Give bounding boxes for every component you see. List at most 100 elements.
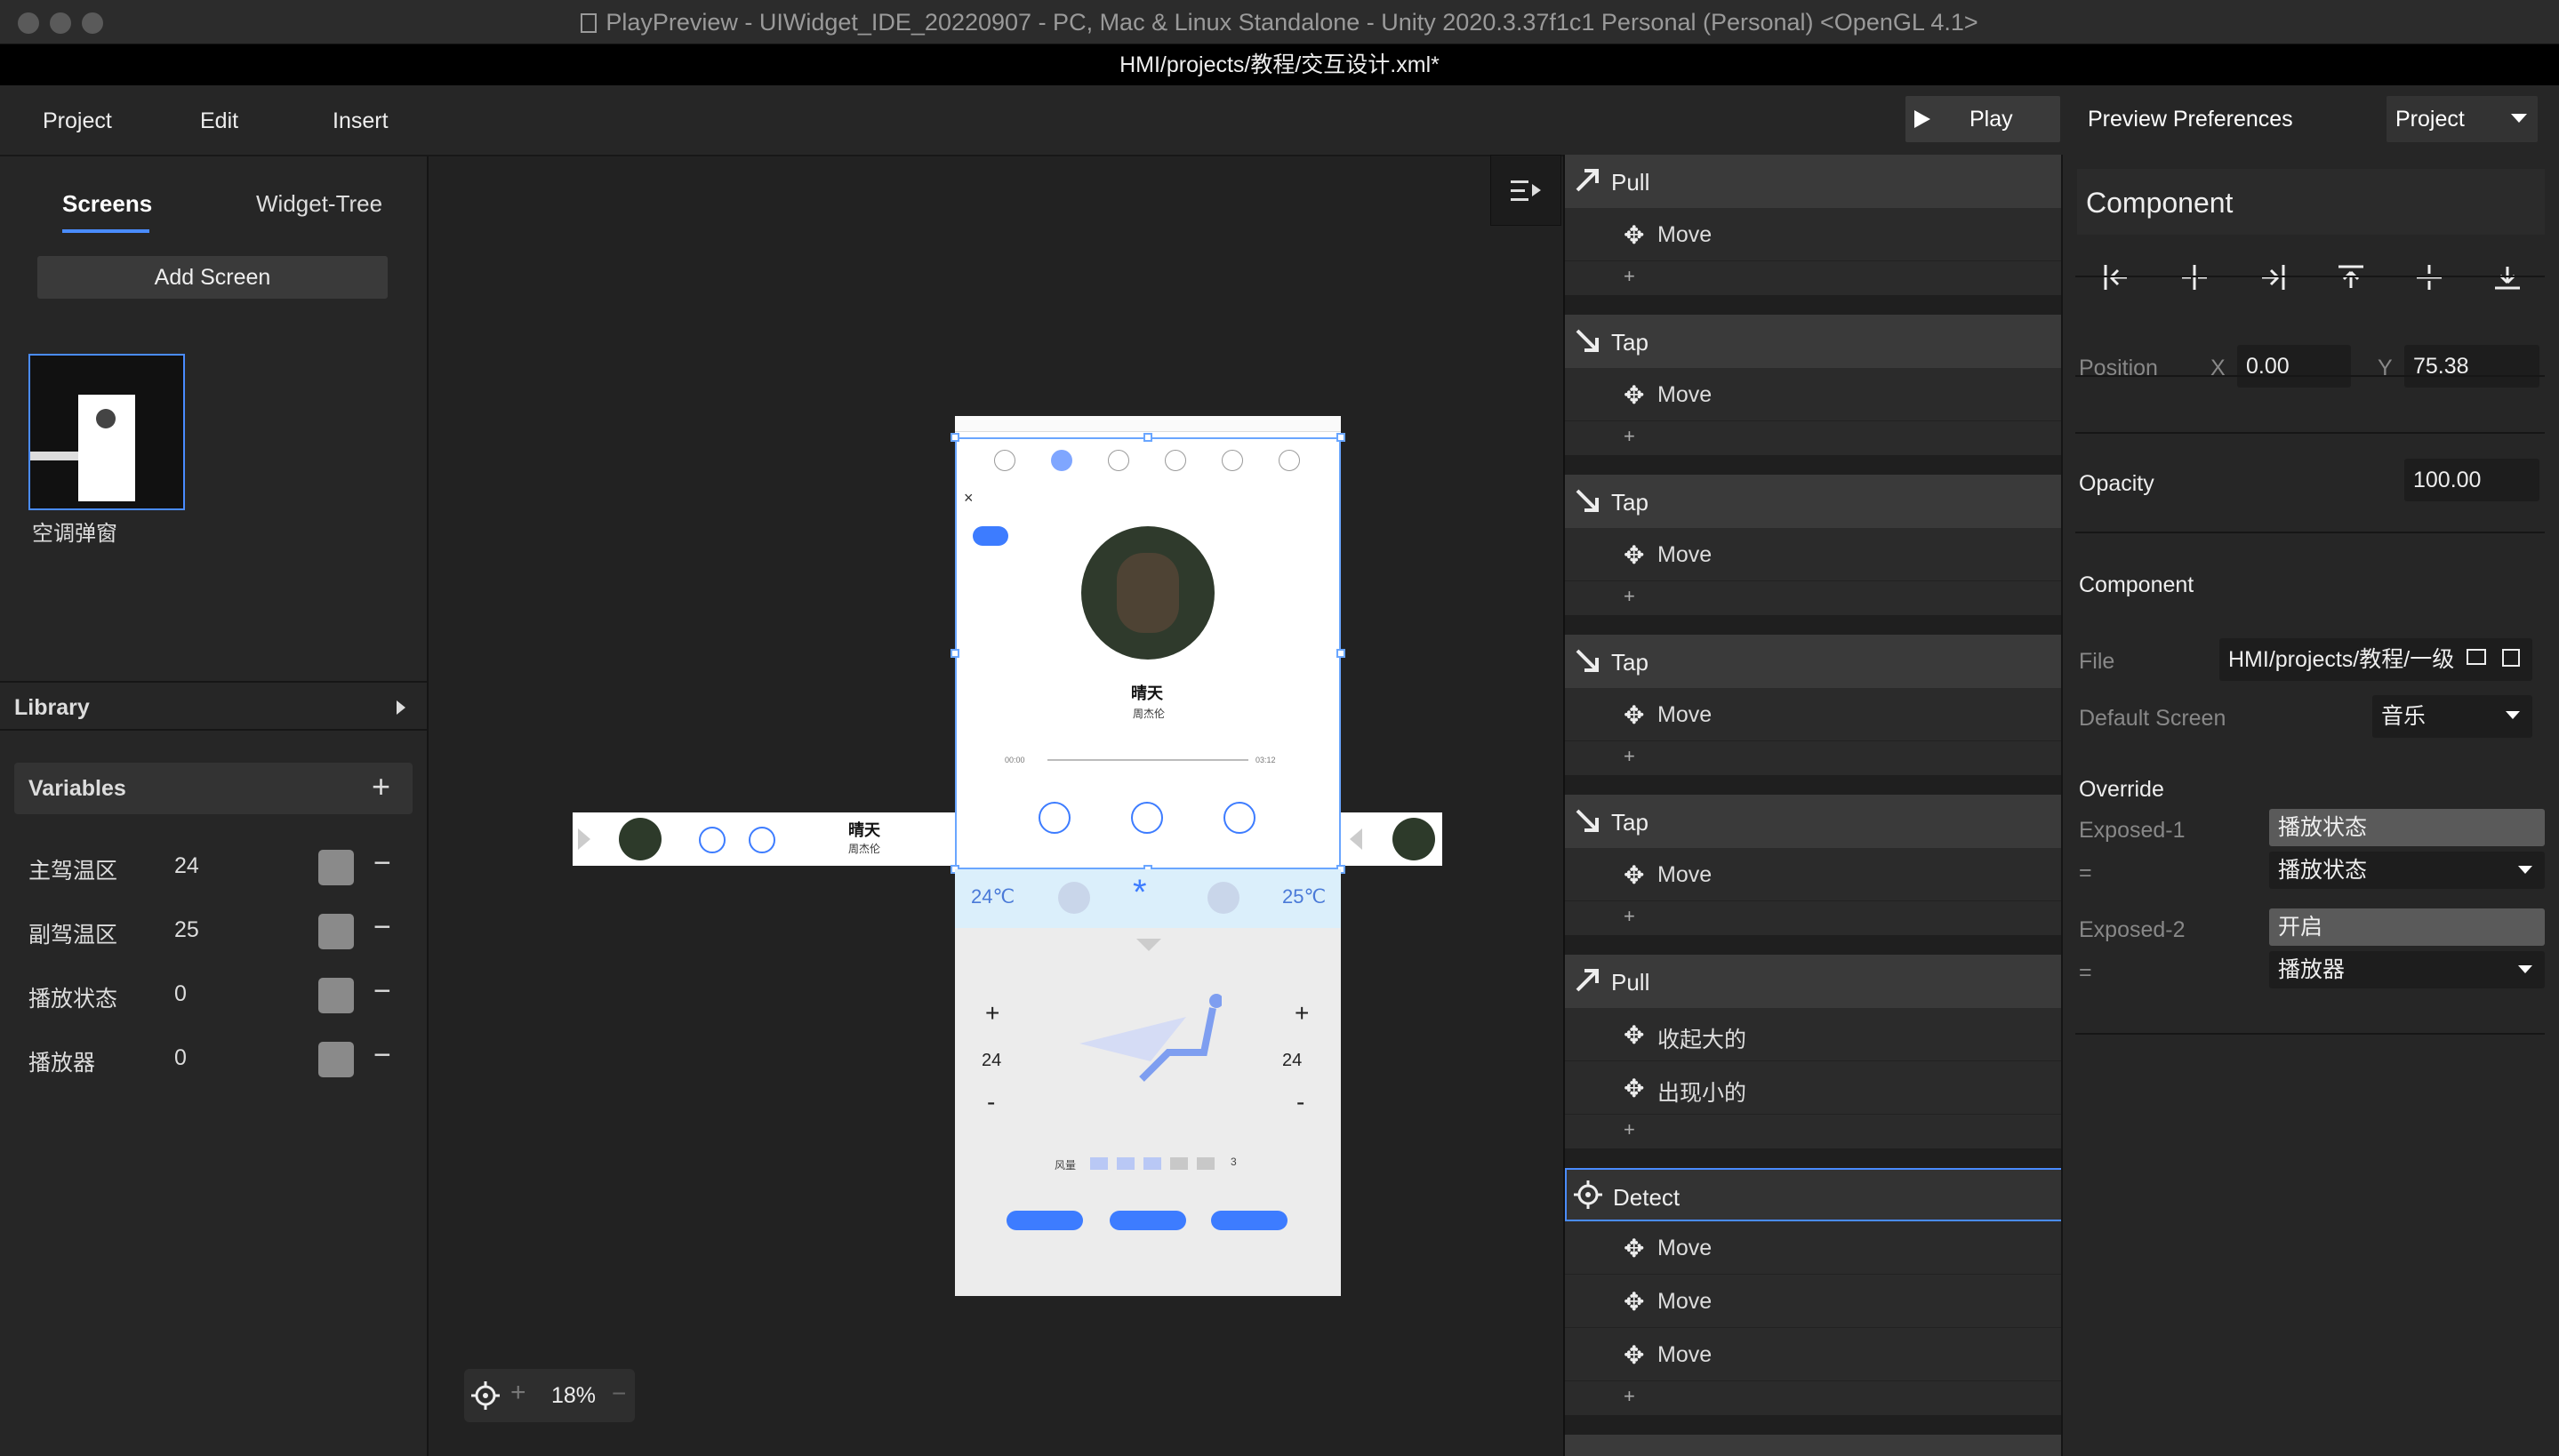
thumbnail-bar xyxy=(30,452,78,460)
resize-handle[interactable] xyxy=(951,649,959,658)
variable-link-icon[interactable] xyxy=(318,1042,354,1077)
interaction-action[interactable]: ✥ Move xyxy=(1565,208,2063,261)
play-button[interactable]: Play xyxy=(1905,96,2060,142)
next-icon[interactable] xyxy=(749,827,775,853)
mini-player-collapsed[interactable] xyxy=(1341,812,1442,866)
preview-preferences-button[interactable]: Preview Preferences xyxy=(2072,96,2365,142)
remove-variable-button[interactable]: − xyxy=(373,974,391,1009)
wind-level-segment[interactable] xyxy=(1117,1157,1135,1170)
file-input[interactable]: HMI/projects/教程/一级 xyxy=(2219,638,2532,681)
resize-handle[interactable] xyxy=(1336,433,1345,442)
add-action-button[interactable]: + xyxy=(1565,421,2063,455)
interaction-header[interactable]: Tap xyxy=(1565,635,2063,688)
temp-right-plus[interactable]: + xyxy=(1295,999,1309,1028)
variable-link-icon[interactable] xyxy=(318,914,354,949)
mini-player[interactable]: 晴天 周杰伦 xyxy=(573,812,955,866)
add-action-button[interactable]: + xyxy=(1565,1381,2063,1415)
crosshair-icon[interactable] xyxy=(471,1381,500,1410)
project-select[interactable]: Project xyxy=(2387,96,2538,142)
interaction-action[interactable]: ✥ Move xyxy=(1565,1275,2063,1328)
interaction-action[interactable]: ✥ Move xyxy=(1565,848,2063,901)
exposed2-name[interactable]: 开启 xyxy=(2269,908,2545,946)
align-center-h-icon[interactable] xyxy=(2180,263,2209,292)
add-action-button[interactable]: + xyxy=(1565,901,2063,935)
align-center-v-icon[interactable] xyxy=(2415,263,2443,292)
external-link-icon[interactable] xyxy=(2502,649,2520,667)
tap-icon xyxy=(1576,329,1599,352)
interaction-header[interactable]: Tap xyxy=(1565,795,2063,848)
ac-bar[interactable]: 24℃ * 25℃ xyxy=(955,869,1341,928)
wind-level-segment[interactable] xyxy=(1197,1157,1215,1170)
remove-variable-button[interactable]: − xyxy=(373,910,391,945)
wind-level-segment[interactable] xyxy=(1090,1157,1108,1170)
remove-variable-button[interactable]: − xyxy=(373,1038,391,1073)
add-action-button[interactable]: + xyxy=(1565,1115,2063,1148)
menu-insert[interactable]: Insert xyxy=(333,85,389,156)
remove-variable-button[interactable]: − xyxy=(373,846,391,881)
default-screen-select[interactable]: 音乐 xyxy=(2372,695,2532,738)
add-action-button[interactable]: + xyxy=(1565,261,2063,295)
interaction-header[interactable]: Tap xyxy=(1565,315,2063,368)
interaction-action[interactable]: ✥ Move xyxy=(1565,368,2063,421)
seat-heat-icon[interactable] xyxy=(1058,882,1090,914)
align-top-icon[interactable] xyxy=(2337,263,2365,292)
opacity-input[interactable]: 100.00 xyxy=(2404,459,2539,501)
screen-thumbnail[interactable] xyxy=(28,354,185,510)
align-right-icon[interactable] xyxy=(2258,263,2287,292)
tap-icon xyxy=(1576,809,1599,832)
interaction-action[interactable]: ✥ 出现小的 xyxy=(1565,1061,2063,1115)
align-left-icon[interactable] xyxy=(2102,263,2130,292)
tab-widget-tree[interactable]: Widget-Tree xyxy=(256,190,382,218)
ac-mode-button[interactable] xyxy=(1110,1211,1186,1230)
resize-handle[interactable] xyxy=(1143,433,1152,442)
interaction-action[interactable]: ✥ Move xyxy=(1565,1328,2063,1381)
wind-level-segment[interactable] xyxy=(1143,1157,1161,1170)
temp-right-minus[interactable]: - xyxy=(1296,1088,1304,1116)
folder-icon[interactable] xyxy=(2467,649,2486,665)
seat-heat-icon[interactable] xyxy=(1207,882,1239,914)
add-screen-button[interactable]: Add Screen xyxy=(37,256,388,299)
ac-mode-button[interactable] xyxy=(1211,1211,1288,1230)
collapse-panel-button[interactable] xyxy=(1490,155,1561,226)
pull-icon xyxy=(1576,969,1599,992)
add-variable-button[interactable]: + xyxy=(372,768,390,805)
menu-edit[interactable]: Edit xyxy=(200,85,238,156)
add-action-button[interactable]: + xyxy=(1565,741,2063,775)
library-header[interactable]: Library xyxy=(0,681,427,731)
interaction-action[interactable]: ✥ Move xyxy=(1565,688,2063,741)
snowflake-icon[interactable]: * xyxy=(1133,873,1147,913)
resize-handle[interactable] xyxy=(1336,649,1345,658)
exposed1-name[interactable]: 播放状态 xyxy=(2269,809,2545,846)
left-panel: Screens Widget-Tree Add Screen 空调弹窗 Libr… xyxy=(0,156,429,1456)
opacity-label: Opacity xyxy=(2079,471,2154,496)
variable-link-icon[interactable] xyxy=(318,850,354,885)
exposed2-value-select[interactable]: 播放器 xyxy=(2269,951,2545,988)
menu-project[interactable]: Project xyxy=(43,85,112,156)
interaction-header[interactable]: Pull xyxy=(1565,955,2063,1008)
interaction-action[interactable]: ✥ Move xyxy=(1565,528,2063,581)
prev-icon[interactable] xyxy=(699,827,726,853)
exposed1-value-select[interactable]: 播放状态 xyxy=(2269,852,2545,889)
interaction-action[interactable]: ✥ 收起大的 xyxy=(1565,1008,2063,1061)
resize-handle[interactable] xyxy=(951,433,959,442)
interaction-header[interactable]: Pull xyxy=(1565,155,2063,208)
interaction-header[interactable]: Tap xyxy=(1565,475,2063,528)
tab-screens[interactable]: Screens xyxy=(62,190,152,218)
interaction-action[interactable]: ✥ Move xyxy=(1565,1221,2063,1275)
interaction-header[interactable] xyxy=(1565,1435,2063,1456)
position-y-input[interactable]: 75.38 xyxy=(2404,345,2539,388)
align-bottom-icon[interactable] xyxy=(2493,263,2522,292)
ac-panel[interactable]: + 24 - + 24 - 风量 3 xyxy=(955,928,1341,1296)
exposed2-label: Exposed-2 xyxy=(2079,917,2186,942)
zoom-in-button[interactable]: + xyxy=(510,1378,526,1408)
ac-mode-button[interactable] xyxy=(1007,1211,1083,1230)
variable-link-icon[interactable] xyxy=(318,978,354,1013)
zoom-out-button[interactable]: − xyxy=(612,1380,626,1408)
add-action-button[interactable]: + xyxy=(1565,581,2063,615)
temp-left-plus[interactable]: + xyxy=(985,999,999,1028)
interaction-header-selected[interactable]: Detect xyxy=(1565,1168,2063,1221)
temp-right: 25℃ xyxy=(1282,885,1327,908)
position-x-input[interactable]: 0.00 xyxy=(2237,345,2351,388)
temp-left-minus[interactable]: - xyxy=(987,1088,995,1116)
wind-level-segment[interactable] xyxy=(1170,1157,1188,1170)
